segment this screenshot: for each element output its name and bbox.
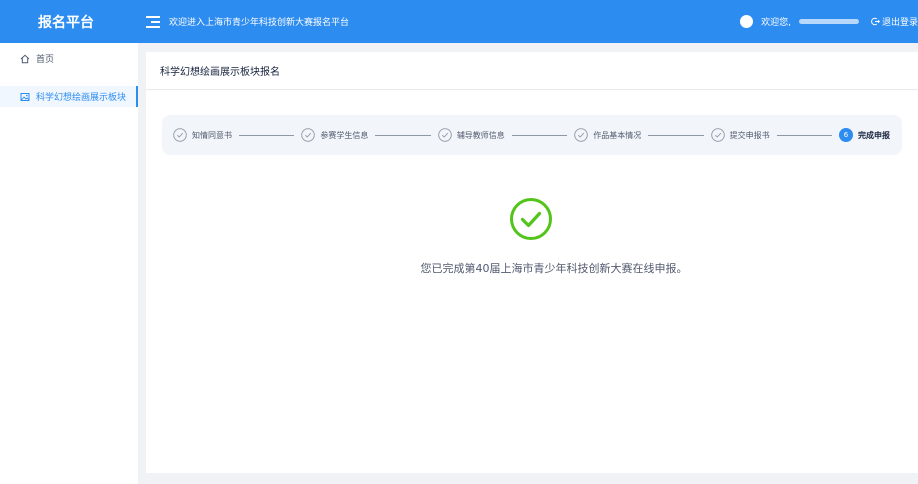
logout-label: 退出登录 bbox=[881, 18, 918, 28]
user-area: 欢迎您, 退出登录 bbox=[740, 0, 918, 43]
check-circle-icon bbox=[710, 128, 725, 142]
sidebar-item-sci-fi-painting[interactable]: 科学幻想绘画展示板块 bbox=[0, 86, 138, 107]
step-label: 完成申报 bbox=[858, 130, 891, 140]
step-label: 知情同意书 bbox=[192, 130, 232, 140]
step-consent: 知情同意书 bbox=[173, 128, 232, 142]
image-icon bbox=[20, 92, 30, 101]
main-card: 科学幻想绘画展示板块报名 知情同意书 参赛学生信息 辅导教师信息 作品基本情况 … bbox=[146, 52, 918, 473]
step-connector bbox=[239, 134, 295, 136]
sidebar: 首页 科学幻想绘画展示板块 bbox=[0, 43, 138, 484]
welcome-text: 欢迎进入上海市青少年科技创新大赛报名平台 bbox=[169, 18, 350, 28]
step-label: 作品基本情况 bbox=[593, 130, 642, 140]
username-redacted bbox=[798, 19, 859, 24]
step-connector bbox=[776, 134, 833, 136]
step-number-badge: 6 bbox=[839, 128, 854, 142]
step-connector bbox=[375, 134, 431, 136]
step-work-info: 作品基本情况 bbox=[574, 128, 641, 142]
sidebar-item-label: 科学幻想绘画展示板块 bbox=[36, 93, 127, 103]
menu-toggle-icon[interactable] bbox=[146, 15, 160, 28]
sidebar-item-label: 首页 bbox=[36, 55, 55, 65]
step-label: 提交申报书 bbox=[729, 130, 770, 140]
app-logo[interactable]: 报名平台 bbox=[0, 0, 138, 43]
check-circle-icon bbox=[438, 128, 452, 142]
greeting-text: 欢迎您, bbox=[761, 18, 791, 28]
success-check-icon bbox=[510, 198, 552, 240]
avatar[interactable] bbox=[740, 15, 754, 28]
page-title: 科学幻想绘画展示板块报名 bbox=[146, 52, 918, 90]
top-header: 报名平台 欢迎进入上海市青少年科技创新大赛报名平台 欢迎您, 退出登录 bbox=[0, 0, 918, 43]
step-label: 参赛学生信息 bbox=[320, 130, 369, 140]
step-student-info: 参赛学生信息 bbox=[301, 128, 368, 142]
logout-button[interactable]: 退出登录 bbox=[871, 15, 918, 28]
step-submit: 提交申报书 bbox=[710, 128, 770, 142]
check-circle-icon bbox=[173, 128, 187, 142]
step-complete: 6 完成申报 bbox=[839, 128, 890, 142]
step-connector bbox=[511, 134, 568, 136]
step-teacher-info: 辅导教师信息 bbox=[438, 128, 505, 142]
step-connector bbox=[648, 134, 704, 136]
check-circle-icon bbox=[574, 128, 588, 142]
check-circle-icon bbox=[301, 128, 316, 142]
logout-icon bbox=[871, 17, 880, 26]
success-message: 您已完成第40届上海市青少年科技创新大赛在线申报。 bbox=[420, 262, 688, 275]
sidebar-item-home[interactable]: 首页 bbox=[0, 48, 138, 69]
home-icon bbox=[20, 54, 30, 63]
progress-steps: 知情同意书 参赛学生信息 辅导教师信息 作品基本情况 提交申报书 6 完成申报 bbox=[162, 115, 902, 155]
step-label: 辅导教师信息 bbox=[456, 130, 505, 140]
